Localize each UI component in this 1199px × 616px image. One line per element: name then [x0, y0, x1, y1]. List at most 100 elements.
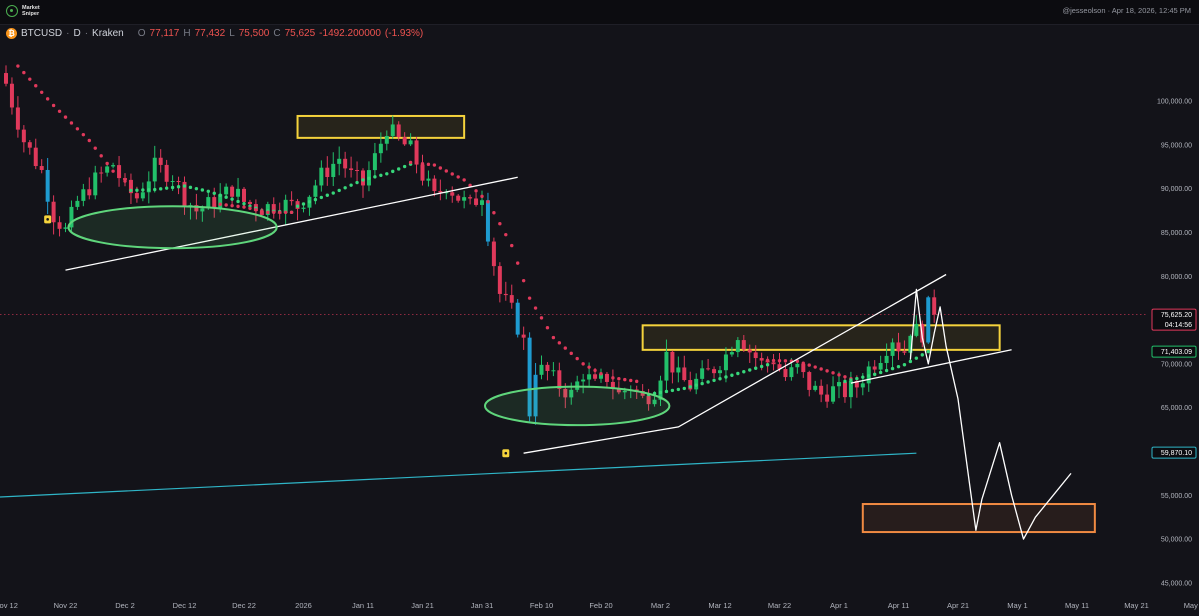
- axes-layer[interactable]: 100,000.00 95,000.00 90,000.00 85,000.00 80,…: [0, 99, 1199, 610]
- supertrend-dot: [63, 115, 68, 119]
- supertrend-dot: [688, 385, 692, 389]
- supertrend-dot: [141, 188, 145, 192]
- supertrend-dot: [462, 178, 466, 182]
- candle-body: [485, 200, 490, 242]
- x-tick-label: Mar 22: [768, 601, 791, 610]
- candle-body: [242, 188, 246, 202]
- supertrend-dot: [170, 185, 175, 190]
- supertrend-dot: [391, 169, 395, 174]
- candle-body: [807, 372, 812, 390]
- price-tag-label: 59,870.10: [1161, 450, 1192, 457]
- supertrend-dot: [575, 356, 579, 361]
- candle: [480, 190, 484, 216]
- candle: [283, 194, 288, 225]
- supertrend-dot: [164, 186, 169, 190]
- supertrend-up: [295, 162, 413, 208]
- candle-body: [670, 351, 675, 373]
- candle-body: [718, 370, 722, 374]
- supertrend-dot: [599, 372, 603, 376]
- supertrend-dot: [801, 361, 805, 365]
- supertrend-dot: [819, 367, 823, 371]
- candle: [932, 289, 937, 323]
- candle: [509, 284, 514, 309]
- candle-body: [480, 200, 484, 205]
- supertrend-dot: [111, 169, 115, 173]
- supertrend-dot: [914, 356, 919, 360]
- candle: [712, 366, 717, 379]
- supertrend-dot: [712, 378, 716, 383]
- candle-body: [551, 370, 556, 372]
- x-tick-label: Mar 12: [708, 601, 731, 610]
- supertrend-dot: [182, 184, 187, 188]
- supertrend-dot: [724, 375, 728, 379]
- candle: [45, 157, 50, 215]
- candle-body: [837, 382, 841, 387]
- candle: [164, 159, 169, 188]
- price-tag: 59,870.10: [1151, 446, 1197, 459]
- candle-body: [289, 199, 294, 202]
- candle: [87, 177, 92, 200]
- supertrend-dot: [135, 188, 139, 192]
- candle-body: [21, 129, 26, 143]
- candle-body: [224, 186, 229, 195]
- candle-body: [27, 142, 32, 148]
- x-tick-label: Nov 22: [54, 601, 78, 610]
- candle: [51, 195, 56, 235]
- supertrend-dot: [319, 195, 324, 200]
- zones-layer: [296, 114, 1096, 534]
- candle-body: [783, 369, 788, 378]
- supertrend-dot: [28, 77, 32, 81]
- supertrend-dot: [230, 197, 234, 201]
- y-tick-label: 65,000.00: [1161, 405, 1192, 412]
- supertrend-dot: [855, 376, 859, 381]
- supertrend-dot: [759, 364, 764, 369]
- supertrend-dot: [831, 371, 835, 375]
- candle-body: [313, 185, 318, 197]
- supertrend-dot: [444, 169, 448, 173]
- candle-body: [343, 158, 348, 169]
- candle-body: [384, 135, 389, 144]
- x-tick-label: Jan 11: [352, 601, 374, 610]
- candle: [355, 161, 360, 182]
- candle-body: [491, 241, 496, 267]
- candle: [795, 361, 800, 374]
- supertrend-dot: [884, 368, 889, 373]
- supertrend-dot: [551, 335, 556, 340]
- x-tick-label: Jan 31: [471, 601, 494, 610]
- supertrend-dot: [278, 210, 282, 215]
- candle-body: [355, 169, 360, 171]
- candle: [39, 159, 44, 174]
- supertrend-dot: [873, 372, 877, 377]
- supertrend-dot: [617, 377, 621, 381]
- supertrend-dot: [176, 185, 181, 189]
- candle: [700, 360, 705, 382]
- supertrend-dot: [593, 368, 597, 373]
- candle-body: [813, 385, 818, 390]
- candle-body: [9, 83, 14, 108]
- candle: [551, 362, 556, 377]
- x-tick-label: May 11: [1065, 601, 1089, 610]
- candle-body: [462, 197, 467, 201]
- supertrend-dot: [581, 362, 585, 366]
- candle-body: [81, 189, 86, 201]
- ellipses-layer: [67, 205, 671, 427]
- candle-body: [349, 168, 354, 170]
- supertrend-dot: [849, 378, 853, 382]
- candle-body: [819, 385, 824, 395]
- candle: [146, 171, 151, 204]
- supertrend-dot: [736, 371, 740, 376]
- supertrend-dot: [349, 183, 353, 187]
- candle-body: [878, 362, 883, 370]
- candle-body: [15, 107, 20, 130]
- supertrend-dot: [742, 370, 746, 374]
- supertrend-dot: [474, 189, 478, 193]
- supertrend-dot: [504, 232, 508, 237]
- supertrend-dot: [670, 388, 675, 393]
- candle-body: [319, 167, 324, 186]
- price-chart[interactable]: 100,000.00 95,000.00 90,000.00 85,000.00 80,…: [0, 0, 1199, 616]
- candle: [4, 65, 8, 87]
- candle-body: [236, 188, 241, 197]
- candle-body: [497, 266, 502, 294]
- supertrend-dot: [456, 175, 460, 179]
- candle-body: [682, 367, 687, 381]
